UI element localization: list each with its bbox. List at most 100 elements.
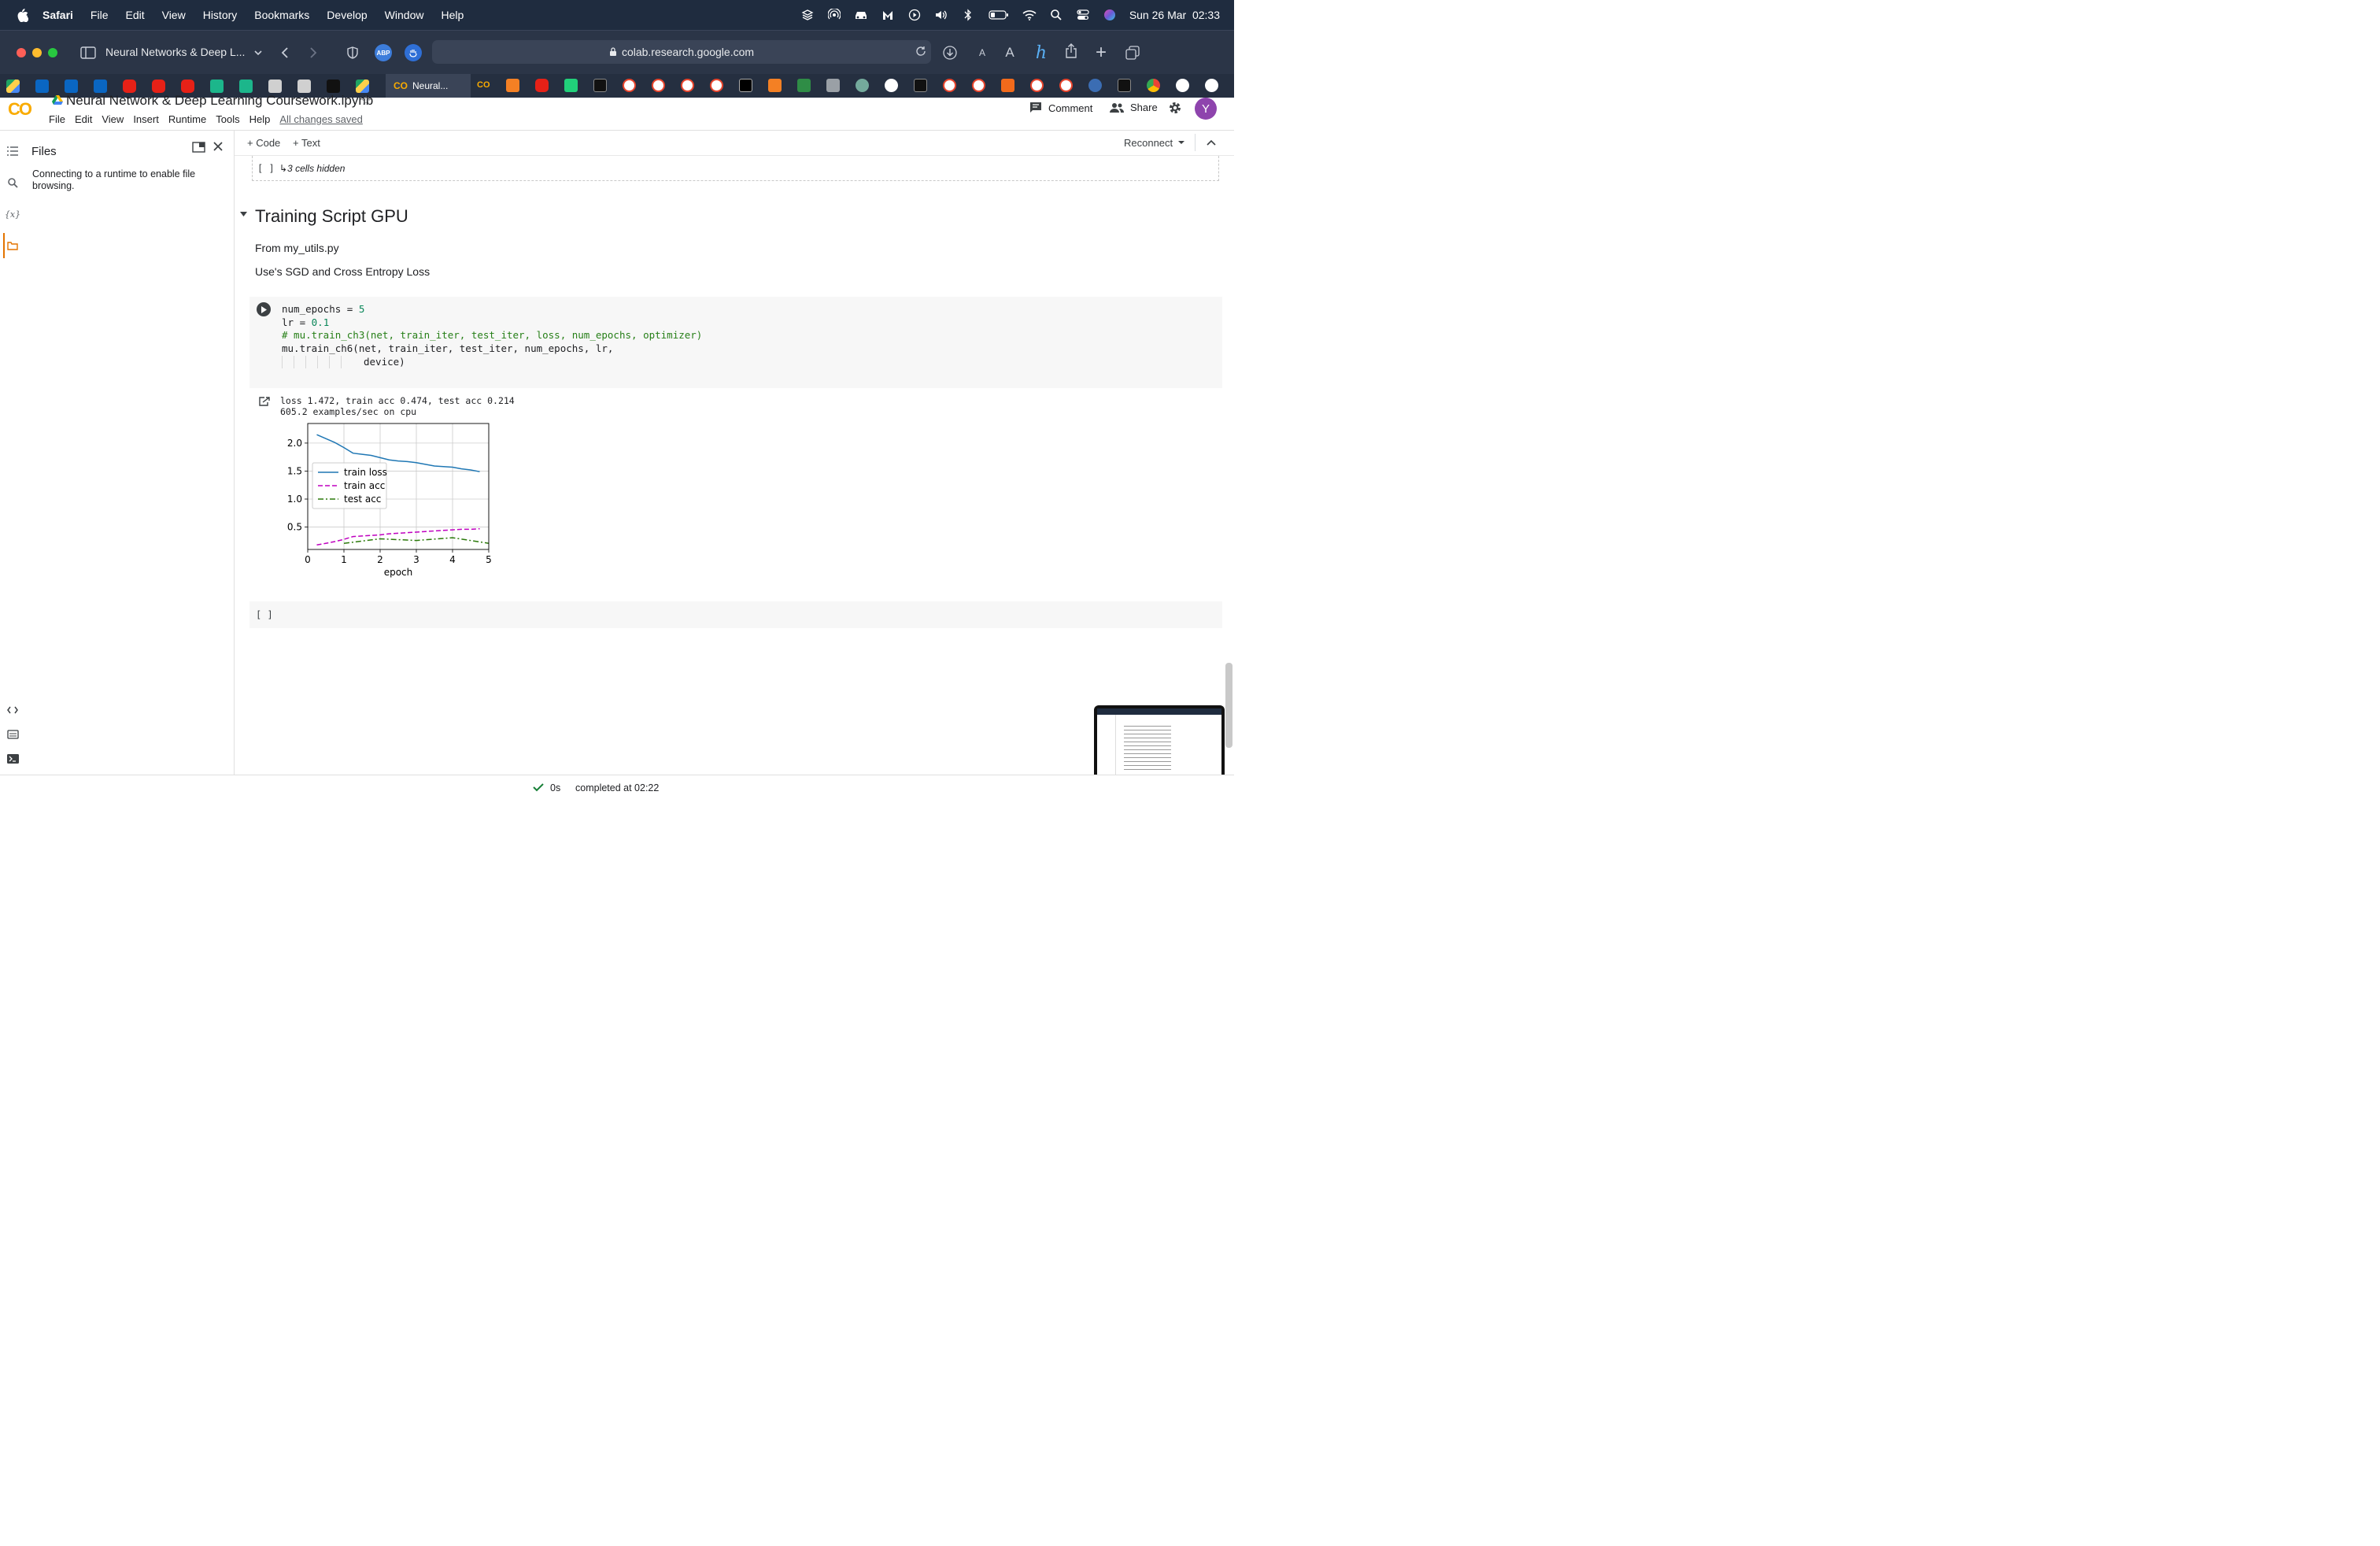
malwarebytes-icon[interactable] xyxy=(881,8,895,22)
cube-app-icon[interactable] xyxy=(239,79,253,93)
nb-menu-runtime[interactable]: Runtime xyxy=(168,113,206,125)
privacy-shield-icon[interactable] xyxy=(343,43,362,62)
menu-history[interactable]: History xyxy=(203,9,238,21)
close-panel-icon[interactable] xyxy=(213,141,224,152)
volume-icon[interactable] xyxy=(934,8,948,22)
adblock-icon[interactable]: ABP xyxy=(375,44,392,61)
sketch-site-icon[interactable] xyxy=(298,79,311,93)
honey-extension-icon[interactable]: h xyxy=(1032,43,1051,63)
minimize-window-button[interactable] xyxy=(32,48,42,57)
pycharm-icon[interactable] xyxy=(564,79,578,92)
medium-icon[interactable] xyxy=(593,79,607,92)
chrome-icon[interactable] xyxy=(1147,79,1160,92)
hidden-cells-block[interactable]: [ ] ↳3 cells hidden xyxy=(252,156,1219,181)
empty-code-cell[interactable]: [ ] xyxy=(249,601,1222,628)
menu-app-name[interactable]: Safari xyxy=(42,9,73,21)
circle-app-icon[interactable] xyxy=(1030,79,1044,92)
sidebar-toggle-icon[interactable] xyxy=(79,43,98,62)
nb-menu-help[interactable]: Help xyxy=(249,113,271,125)
airdrop-icon[interactable] xyxy=(827,8,841,22)
menu-view[interactable]: View xyxy=(162,9,186,21)
text-larger-icon[interactable]: A xyxy=(1000,43,1019,62)
github-icon[interactable] xyxy=(1176,79,1189,92)
run-cell-button[interactable] xyxy=(257,302,271,316)
settings-gear-icon[interactable] xyxy=(1168,101,1182,115)
circle-app-icon[interactable] xyxy=(943,79,956,92)
youtube-icon[interactable] xyxy=(181,79,194,93)
back-icon[interactable] xyxy=(275,43,294,62)
tab-overview-icon[interactable] xyxy=(1123,43,1142,62)
control-center-icon[interactable] xyxy=(1076,8,1090,22)
section-collapse-caret-icon[interactable] xyxy=(239,211,248,217)
play-icon[interactable] xyxy=(907,8,922,22)
geeksforgeeks-icon[interactable] xyxy=(797,79,811,92)
output-actions-icon[interactable] xyxy=(258,396,271,407)
sketch-site-icon[interactable] xyxy=(268,79,282,93)
menu-help[interactable]: Help xyxy=(441,9,464,21)
wifi-icon[interactable] xyxy=(1022,8,1037,22)
circle-app-icon[interactable] xyxy=(652,79,665,92)
linkedin-icon[interactable] xyxy=(65,79,78,93)
code-snippets-icon[interactable] xyxy=(5,702,20,718)
circle-app-icon[interactable] xyxy=(681,79,694,92)
nb-menu-edit[interactable]: Edit xyxy=(75,113,92,125)
variables-icon[interactable]: {x} xyxy=(5,206,20,222)
bluetooth-icon[interactable] xyxy=(961,8,975,22)
layers-icon[interactable] xyxy=(800,8,815,22)
linkedin-icon[interactable] xyxy=(35,79,49,93)
reconnect-button[interactable]: Reconnect xyxy=(1124,137,1173,149)
apple-icon[interactable] xyxy=(14,7,30,23)
zoom-window-button[interactable] xyxy=(48,48,57,57)
menu-bookmarks[interactable]: Bookmarks xyxy=(254,9,309,21)
close-window-button[interactable] xyxy=(17,48,26,57)
open-in-tab-icon[interactable] xyxy=(192,142,205,153)
youtube-icon[interactable] xyxy=(535,79,549,92)
medium-icon[interactable] xyxy=(914,79,927,92)
nb-menu-file[interactable]: File xyxy=(49,113,65,125)
collapse-header-icon[interactable] xyxy=(1207,139,1216,146)
active-tab[interactable]: CO Neural... xyxy=(386,74,471,98)
search-icon[interactable] xyxy=(5,175,20,190)
orange-site-icon[interactable] xyxy=(1001,79,1014,92)
forward-icon[interactable] xyxy=(304,43,323,62)
address-bar[interactable]: colab.research.google.com xyxy=(432,40,931,64)
circle-app-icon[interactable] xyxy=(623,79,636,92)
stackoverflow-icon[interactable] xyxy=(506,79,519,92)
google-icon[interactable] xyxy=(885,79,898,92)
chevron-down-icon[interactable] xyxy=(249,43,268,62)
circle-app-icon[interactable] xyxy=(972,79,985,92)
add-code-cell-button[interactable]: + Code xyxy=(247,137,280,149)
execution-completed-time[interactable]: completed at 02:22 xyxy=(575,782,659,793)
add-text-cell-button[interactable]: + Text xyxy=(293,137,320,149)
scrollbar-thumb[interactable] xyxy=(1225,663,1232,748)
table-of-contents-icon[interactable] xyxy=(5,143,20,159)
menu-file[interactable]: File xyxy=(91,9,109,21)
user-avatar[interactable]: Y xyxy=(1195,98,1217,120)
star-icon[interactable]: ☆ xyxy=(360,93,371,109)
google-icon[interactable] xyxy=(1205,79,1218,92)
share-icon[interactable] xyxy=(1062,42,1081,61)
terminal-icon[interactable] xyxy=(5,751,20,767)
google-drive-icon[interactable] xyxy=(356,79,369,93)
circle-app-icon[interactable] xyxy=(710,79,723,92)
nb-menu-view[interactable]: View xyxy=(102,113,124,125)
reload-icon[interactable] xyxy=(915,46,926,57)
youtube-icon[interactable] xyxy=(123,79,136,93)
share-button[interactable]: Share xyxy=(1110,102,1158,113)
cube-app-icon[interactable] xyxy=(210,79,224,93)
circle-app-icon[interactable] xyxy=(1059,79,1073,92)
grammar-site-icon[interactable] xyxy=(826,79,840,92)
youtube-icon[interactable] xyxy=(152,79,165,93)
colab-logo[interactable]: CO xyxy=(8,99,32,120)
car-icon[interactable] xyxy=(854,8,868,22)
nb-menu-insert[interactable]: Insert xyxy=(133,113,159,125)
linkedin-icon[interactable] xyxy=(94,79,107,93)
stackoverflow-icon[interactable] xyxy=(768,79,782,92)
menu-develop[interactable]: Develop xyxy=(327,9,367,21)
medium-icon[interactable] xyxy=(327,79,340,93)
colab-icon[interactable]: CO xyxy=(477,79,490,92)
menu-edit[interactable]: Edit xyxy=(125,9,144,21)
comment-button[interactable]: Comment xyxy=(1029,102,1092,114)
text-smaller-icon[interactable]: A xyxy=(973,43,992,62)
spotlight-search-icon[interactable] xyxy=(1049,8,1063,22)
